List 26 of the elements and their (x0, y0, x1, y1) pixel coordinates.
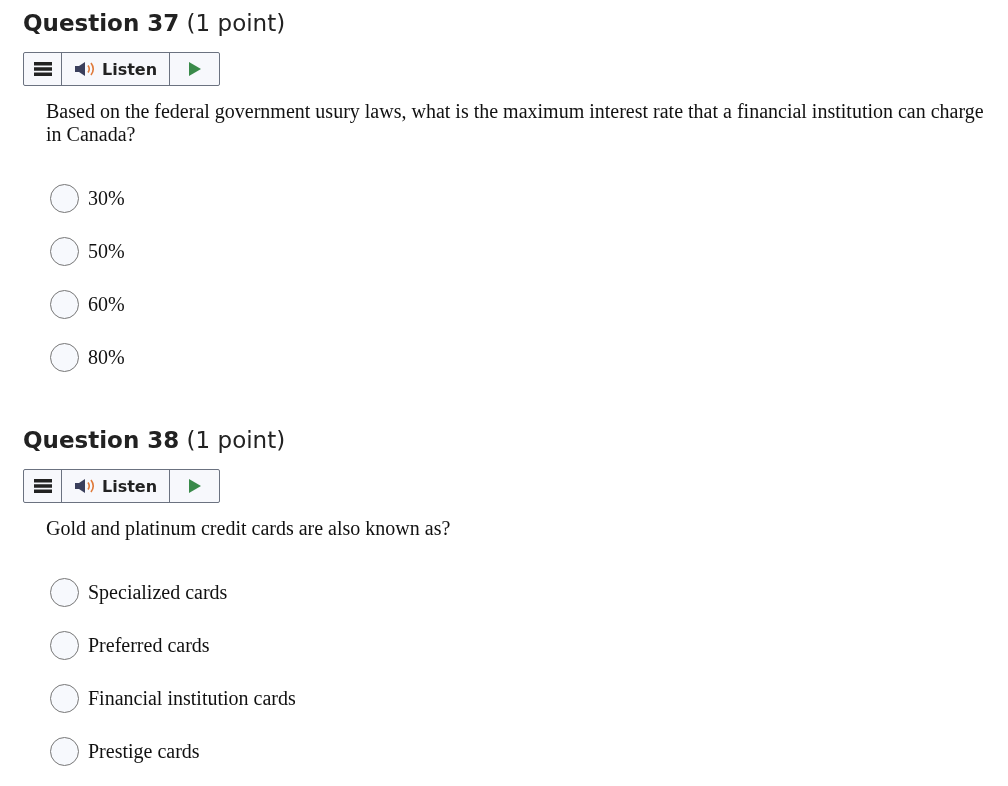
option-label: 30% (88, 186, 125, 210)
menu-icon (33, 62, 52, 76)
radio-button[interactable] (50, 289, 79, 319)
option-label: Specialized cards (88, 580, 228, 604)
question-title: Question 38 (1 point) (23, 426, 287, 455)
question-title: Question 37 (1 point) (23, 9, 287, 38)
option-label: Preferred cards (88, 633, 210, 657)
question-text: Based on the federal government usury laws, what is the maximum interest rate that a financial institution can charge in Canada? (46, 100, 985, 146)
option-label: Prestige cards (88, 739, 200, 763)
play-icon (187, 478, 202, 494)
option-label: 80% (88, 345, 125, 369)
radio-button[interactable] (50, 342, 79, 372)
option-label: 60% (88, 292, 125, 316)
speaker-icon (73, 478, 96, 494)
speaker-icon (73, 61, 96, 77)
menu-icon (33, 479, 52, 493)
option-label: Financial institution cards (88, 686, 296, 710)
play-icon (187, 61, 202, 77)
radio-button[interactable] (50, 683, 79, 713)
radio-button[interactable] (50, 183, 79, 213)
radio-button[interactable] (50, 577, 79, 607)
radio-button[interactable] (50, 630, 79, 660)
radio-button[interactable] (50, 236, 79, 266)
question-text: Gold and platinum credit cards are also known as? (46, 517, 452, 540)
option-label: 50% (88, 239, 125, 263)
radio-button[interactable] (50, 736, 79, 766)
